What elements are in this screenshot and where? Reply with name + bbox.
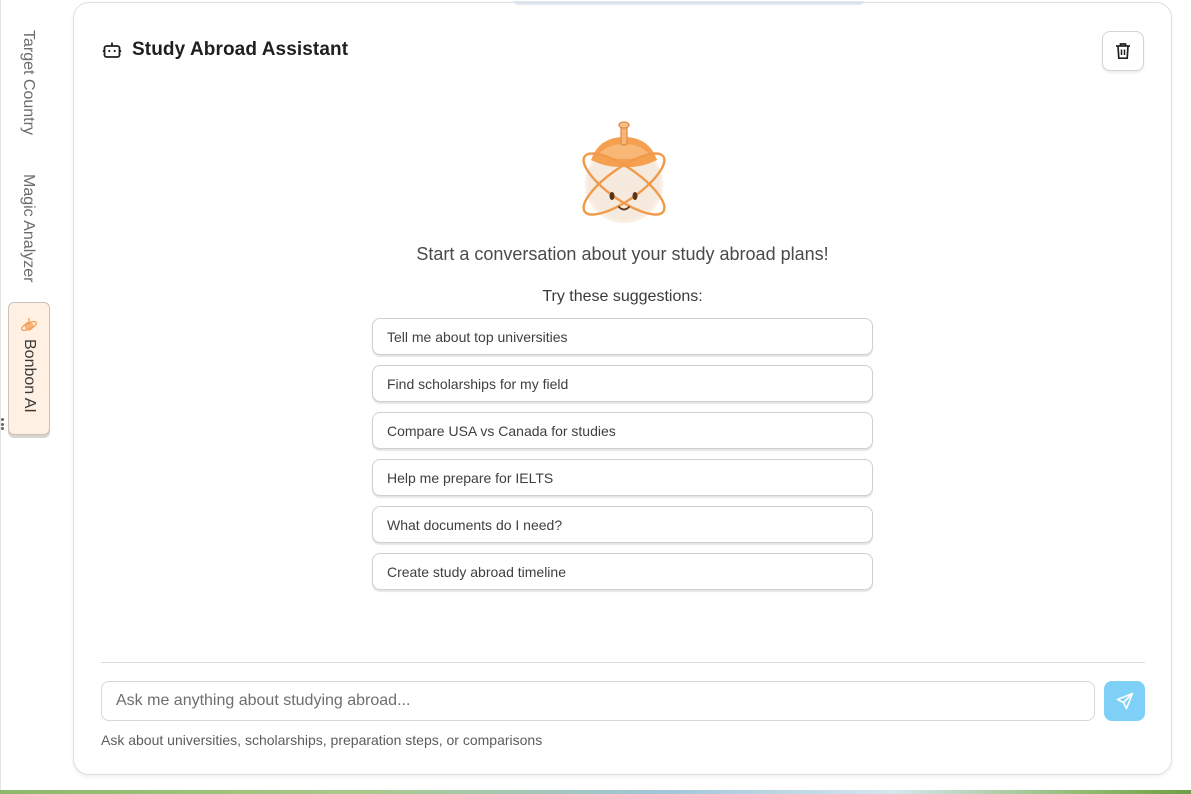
send-icon <box>1116 692 1133 710</box>
tab-bonbon-ai[interactable]: Bonbon AI <box>8 302 50 435</box>
chat-title: Study Abroad Assistant <box>132 39 349 60</box>
suggestion-button[interactable]: Tell me about top universities <box>372 318 873 355</box>
suggestion-button[interactable]: Find scholarships for my field <box>372 365 873 402</box>
tab-target-country[interactable]: Target Country <box>15 24 41 140</box>
trash-icon <box>1116 43 1130 60</box>
card-top-accent <box>514 1 864 5</box>
resize-handle[interactable] <box>1 418 4 430</box>
tab-magic-analyzer[interactable]: Magic Analyzer <box>15 170 41 286</box>
tab-label: Bonbon AI <box>21 339 38 413</box>
suggestions-heading: Try these suggestions: <box>542 288 703 305</box>
app-root: { "sidebar": { "tabs": [ {"label": "Targ… <box>0 0 1191 794</box>
chat-panel: Study Abroad Assistant Start a conversat… <box>73 1 1172 775</box>
chat-input[interactable]: Ask me anything about studying abroad... <box>101 681 1095 721</box>
chat-input-placeholder: Ask me anything about studying abroad... <box>116 692 411 709</box>
tab-label: Magic Analyzer <box>20 173 37 283</box>
send-button[interactable] <box>1104 681 1145 721</box>
tab-label: Target Country <box>20 29 37 135</box>
input-hint: Ask about universities, scholarships, pr… <box>101 732 543 748</box>
bonbon-icon <box>21 318 37 331</box>
robot-icon <box>102 42 122 58</box>
divider <box>101 662 1145 663</box>
page-bottom-strip <box>0 790 1191 794</box>
chat-header: Study Abroad Assistant <box>102 39 348 61</box>
clear-chat-button[interactable] <box>1102 31 1144 71</box>
welcome-message: Start a conversation about your study ab… <box>416 244 829 264</box>
suggestion-button[interactable]: Help me prepare for IELTS <box>372 459 873 496</box>
suggestion-button[interactable]: Create study abroad timeline <box>372 553 873 590</box>
suggestion-button[interactable]: What documents do I need? <box>372 506 873 543</box>
suggestion-list: Tell me about top universities Find scho… <box>372 318 873 600</box>
bonbon-mascot-icon <box>582 121 666 223</box>
suggestion-button[interactable]: Compare USA vs Canada for studies <box>372 412 873 449</box>
sidebar-tabs: Target Country Magic Analyzer Bonbon AI <box>0 0 56 790</box>
